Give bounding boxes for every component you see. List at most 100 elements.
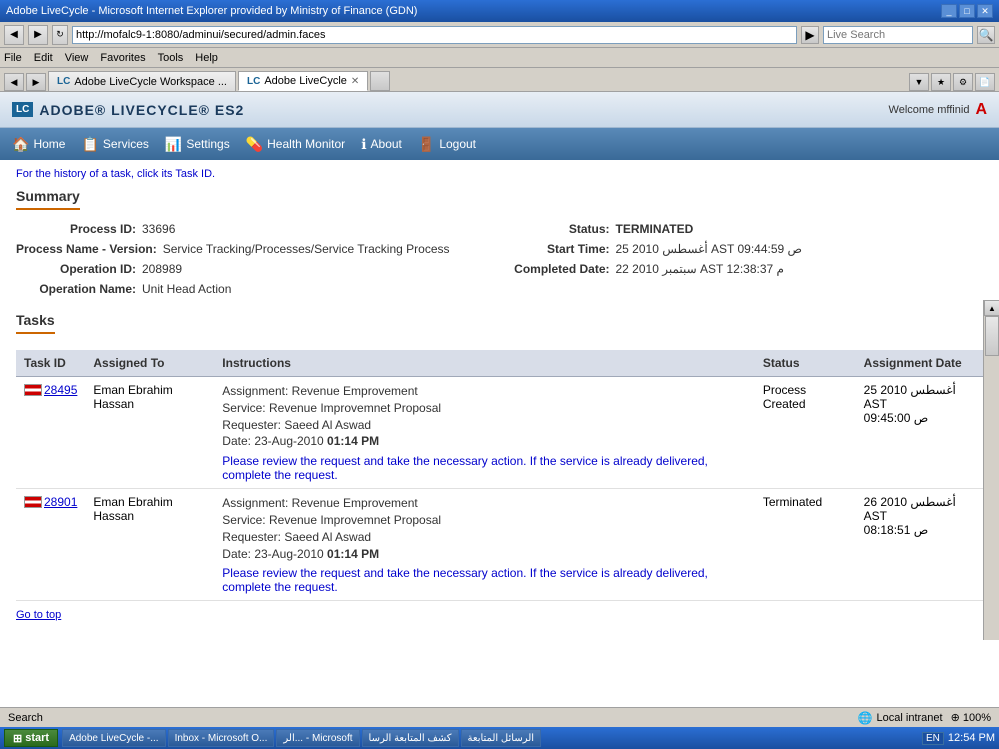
right-info: Status: TERMINATED Start Time: 25 2010 أ… [510, 222, 984, 296]
vertical-scrollbar[interactable]: ▲ ▼ [983, 300, 999, 640]
status-label: Status: [510, 222, 610, 236]
tasks-title: Tasks [16, 312, 55, 334]
nav-logout-label: Logout [439, 137, 476, 151]
nav-bar: 🏠 Home 📋 Services 📊 Settings 💊 Health Mo… [0, 128, 999, 160]
instructions-cell-1: Assignment: Revenue Emprovement Service:… [214, 489, 755, 601]
app-header: LC ADOBE® LIVECYCLE® ES2 Welcome mffinid… [0, 92, 999, 128]
zone-indicator: 🌐 Local intranet [858, 711, 943, 725]
operation-name-row: Operation Name: Unit Head Action [16, 282, 490, 296]
date-bold-1: 01:14 PM [327, 547, 379, 561]
tasks-table: Task ID Assigned To Instructions Status … [16, 350, 983, 601]
scroll-up-button[interactable]: ▲ [984, 300, 999, 316]
tools-tab-button[interactable]: ⚙ [953, 73, 973, 91]
taskbar-item-2[interactable]: الر... - Microsoft [276, 729, 359, 747]
start-button[interactable]: ⊞ start [4, 729, 58, 747]
taskbar-item-1[interactable]: Inbox - Microsoft O... [168, 729, 275, 747]
menu-favorites[interactable]: Favorites [100, 52, 145, 64]
search-go-button[interactable]: 🔍 [977, 26, 995, 44]
new-tab-button[interactable] [370, 71, 390, 91]
col-status: Status [755, 350, 856, 377]
taskbar: ⊞ start Adobe LiveCycle -... Inbox - Mic… [0, 727, 999, 749]
page-tab-button[interactable]: 📄 [975, 73, 995, 91]
address-bar: ◀ ▶ ↻ ▶ 🔍 [0, 22, 999, 48]
goto-top-link[interactable]: Go to top [16, 609, 983, 621]
scroll-track [984, 316, 999, 640]
go-button[interactable]: ▶ [801, 26, 819, 44]
taskbar-item-0[interactable]: Adobe LiveCycle -... [62, 729, 166, 747]
menu-help[interactable]: Help [195, 52, 218, 64]
nav-about[interactable]: ℹ About [361, 136, 402, 153]
lc-box: LC [12, 102, 33, 117]
services-icon: 📋 [81, 136, 98, 153]
tab-0[interactable]: LC Adobe LiveCycle Workspace ... [48, 71, 236, 91]
nav-home[interactable]: 🏠 Home [12, 136, 65, 153]
process-name-row: Process Name - Version: Service Tracking… [16, 242, 490, 256]
process-name-label: Process Name - Version: [16, 242, 157, 256]
status-cell-1: Terminated [755, 489, 856, 601]
menu-view[interactable]: View [65, 52, 89, 64]
process-name-value: Service Tracking/Processes/Service Track… [163, 242, 450, 256]
assigned-to-cell-1: Eman Ebrahim Hassan [85, 489, 214, 601]
menu-tools[interactable]: Tools [158, 52, 184, 64]
tab-scroll-left[interactable]: ◀ [4, 73, 24, 91]
completed-date-label: Completed Date: [510, 262, 610, 276]
zoom-level: ⊕ 100% [951, 711, 991, 724]
search-label: Search [8, 712, 43, 724]
menu-file[interactable]: File [4, 52, 22, 64]
adobe-icon: A [975, 101, 987, 119]
header-right: Welcome mffinid A [889, 101, 987, 119]
taskbar-item-4[interactable]: الرسائل المتابعة [461, 729, 542, 747]
nav-logout[interactable]: 🚪 Logout [418, 136, 476, 153]
scroll-thumb[interactable] [985, 316, 999, 356]
forward-button[interactable]: ▶ [28, 25, 48, 45]
instructions-link-1[interactable]: Please review the request and take the n… [222, 566, 708, 594]
process-id-row: Process ID: 33696 [16, 222, 490, 236]
tab-0-icon: LC [57, 76, 70, 87]
tab-1[interactable]: LC Adobe LiveCycle ✕ [238, 71, 368, 91]
task-id-link-1[interactable]: 28901 [44, 495, 77, 509]
task-id-cell: 28901 [16, 489, 85, 601]
assignment-time-1: 08:18:51 ص [864, 523, 975, 537]
task-id-cell: 28495 [16, 377, 85, 489]
nav-settings[interactable]: 📊 Settings [165, 136, 230, 153]
back-button[interactable]: ◀ [4, 25, 24, 45]
operation-id-value: 208989 [142, 262, 182, 276]
taskbar-item-3[interactable]: كشف المتابعة الرسا [362, 729, 459, 747]
instructions-link-0[interactable]: Please review the request and take the n… [222, 454, 708, 482]
menu-bar: File Edit View Favorites Tools Help [0, 48, 999, 68]
close-button[interactable]: ✕ [977, 4, 993, 18]
assigned-to-1: Eman Ebrahim Hassan [93, 495, 172, 523]
operation-name-label: Operation Name: [16, 282, 136, 296]
nav-health-label: Health Monitor [267, 137, 345, 151]
refresh-button[interactable]: ↻ [52, 25, 68, 45]
quick-tabs-button[interactable]: ▼ [909, 73, 929, 91]
assignment-date-cell-0: 25 2010 أغسطس AST 09:45:00 ص [856, 377, 983, 489]
window-controls[interactable]: _ □ ✕ [941, 4, 993, 18]
status-value-1: Terminated [763, 495, 822, 509]
task-icon-container: 28495 [24, 383, 77, 397]
summary-title: Summary [16, 188, 80, 210]
logout-icon: 🚪 [418, 136, 435, 153]
tab-scroll-right[interactable]: ▶ [26, 73, 46, 91]
favorites-tab-button[interactable]: ★ [931, 73, 951, 91]
app-title: ADOBE® LIVECYCLE® ES2 [39, 102, 244, 118]
maximize-button[interactable]: □ [959, 4, 975, 18]
welcome-text: Welcome mffinid [889, 104, 970, 116]
start-icon: ⊞ [13, 732, 22, 745]
about-icon: ℹ [361, 136, 366, 153]
nav-services[interactable]: 📋 Services [81, 136, 148, 153]
assignment-date-1: 26 2010 أغسطس AST [864, 495, 975, 523]
globe-icon: 🌐 [858, 711, 873, 725]
tab-1-close[interactable]: ✕ [351, 76, 359, 87]
tab-1-label: Adobe LiveCycle [264, 75, 347, 87]
zone-label: Local intranet [877, 712, 943, 724]
nav-health-monitor[interactable]: 💊 Health Monitor [246, 136, 345, 153]
address-input[interactable] [72, 26, 797, 44]
search-input[interactable] [823, 26, 973, 44]
minimize-button[interactable]: _ [941, 4, 957, 18]
app-logo: LC ADOBE® LIVECYCLE® ES2 [12, 102, 244, 118]
menu-edit[interactable]: Edit [34, 52, 53, 64]
completed-date-row: Completed Date: 22 2010 سبتمبر AST 12:38… [510, 262, 984, 276]
health-monitor-icon: 💊 [246, 136, 263, 153]
task-id-link-0[interactable]: 28495 [44, 383, 77, 397]
